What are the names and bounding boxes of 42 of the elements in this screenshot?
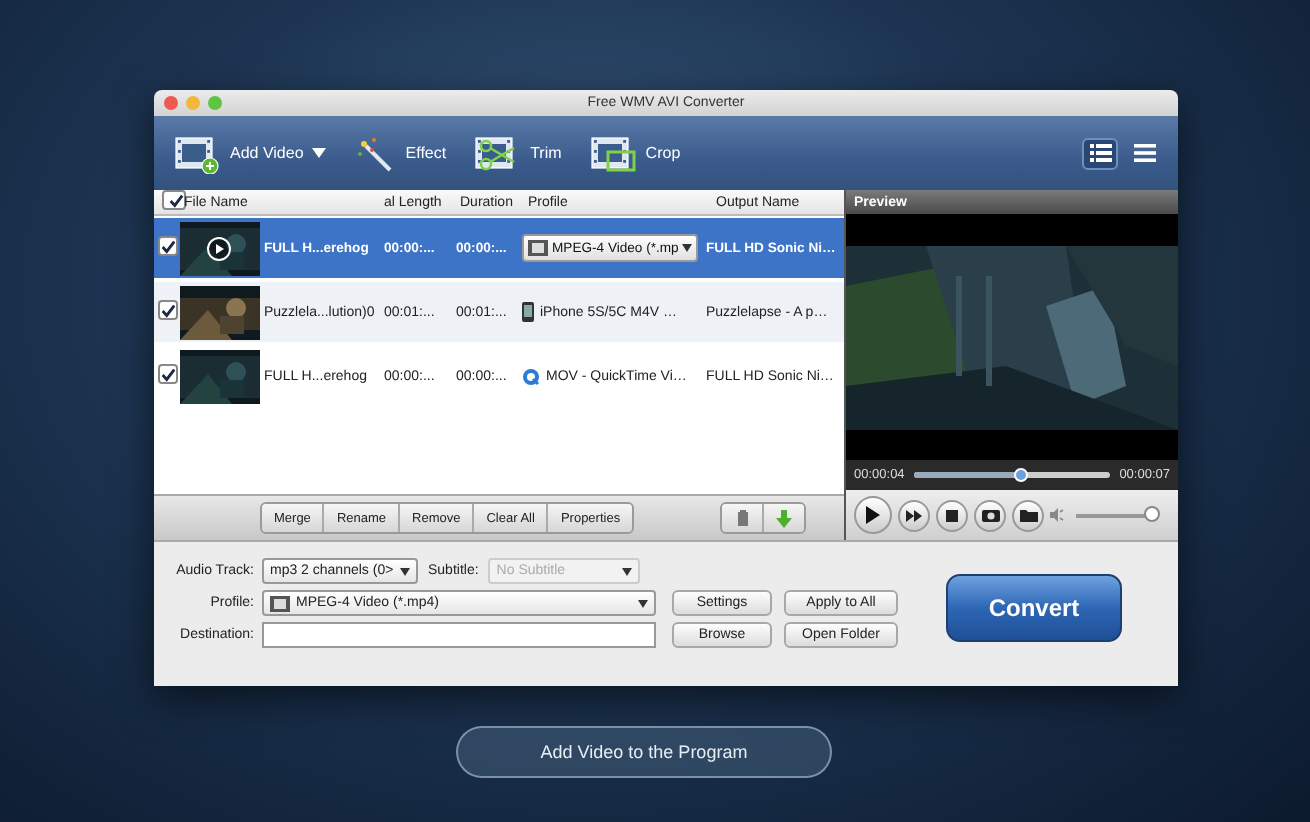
caret-icon — [682, 244, 693, 252]
fast-forward-button[interactable] — [898, 499, 930, 531]
toolbar-button[interactable]: Trim — [474, 133, 562, 173]
snapshot-button[interactable] — [974, 499, 1006, 531]
phone-icon — [522, 302, 534, 322]
add-video-button[interactable]: Add Video to the Program — [456, 726, 832, 778]
menu-icon — [1133, 144, 1155, 162]
folder-button[interactable] — [1012, 499, 1044, 531]
caret-icon — [622, 567, 633, 575]
film-icon — [270, 595, 290, 611]
play-icon — [206, 235, 232, 261]
seek-slider[interactable] — [914, 472, 1110, 478]
checkbox[interactable] — [162, 190, 186, 211]
speaker-icon — [1050, 508, 1064, 522]
toolbar-button[interactable]: Crop — [589, 133, 681, 173]
checkbox[interactable] — [158, 236, 178, 257]
stop-icon — [946, 509, 958, 521]
checkbox[interactable] — [158, 300, 178, 321]
folder-icon — [1019, 508, 1037, 522]
film-add-icon — [174, 133, 222, 173]
toolbar-button[interactable]: Add Video — [174, 133, 326, 173]
crop-film-icon — [589, 133, 638, 173]
stop-button[interactable] — [936, 499, 968, 531]
checkbox[interactable] — [158, 364, 178, 385]
caret-icon — [400, 567, 410, 575]
fast-forward-icon — [906, 509, 922, 521]
trash-icon — [737, 510, 748, 526]
trash-button[interactable] — [722, 504, 765, 532]
move-down-button[interactable] — [764, 504, 805, 532]
camera-icon — [981, 508, 999, 522]
detail-list-icon — [1089, 144, 1111, 162]
caret-icon — [638, 599, 648, 607]
film-icon — [528, 240, 548, 256]
quicktime-icon — [522, 367, 540, 385]
close-button[interactable] — [164, 96, 178, 110]
convert-button[interactable]: Convert — [946, 574, 1122, 642]
destination-field[interactable] — [262, 622, 656, 648]
toolbar-button[interactable]: Effect — [353, 133, 447, 173]
arrow-down-icon — [776, 509, 793, 527]
play-button[interactable] — [854, 496, 892, 534]
play-icon — [866, 506, 880, 524]
detail-view-button[interactable] — [1082, 137, 1118, 169]
